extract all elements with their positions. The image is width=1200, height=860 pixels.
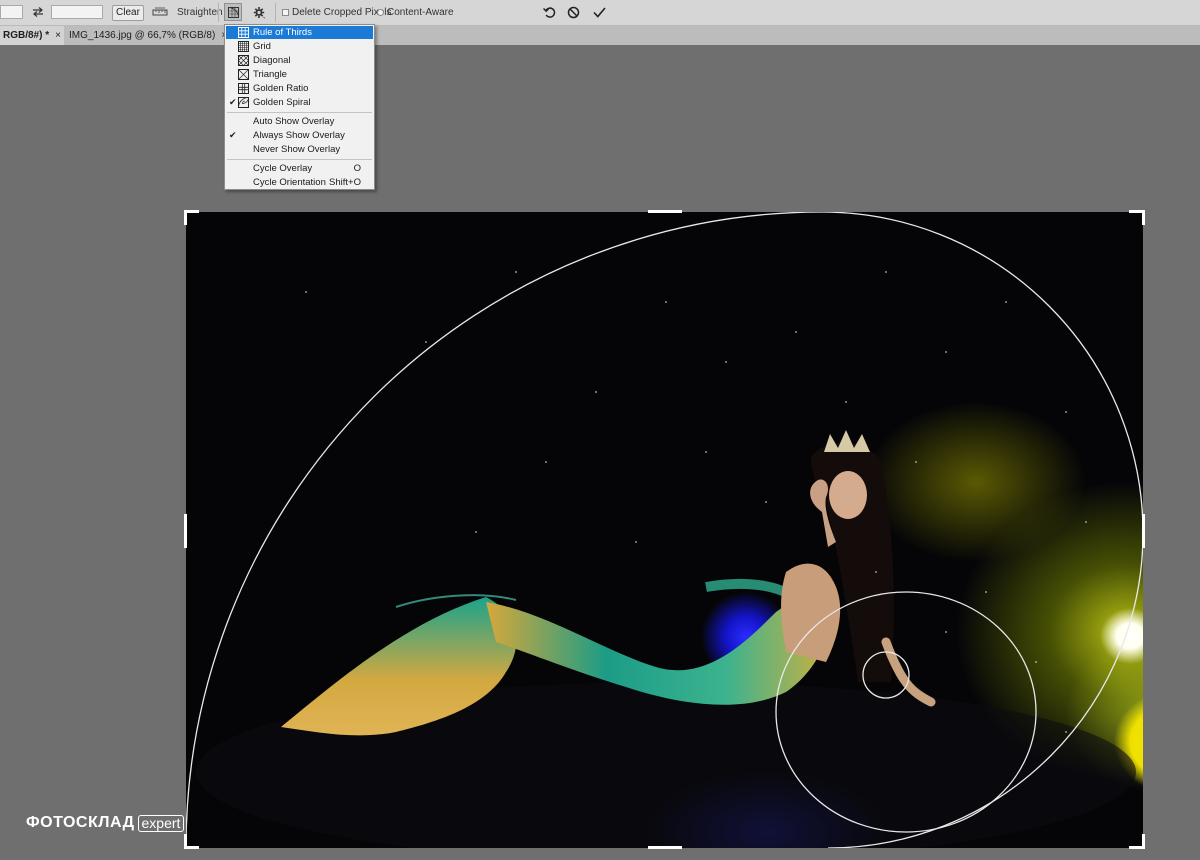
- swap-icon[interactable]: [29, 3, 47, 21]
- menu-item-label: Cycle Orientation: [253, 177, 326, 188]
- straighten-icon[interactable]: [151, 3, 169, 21]
- checkmark-icon[interactable]: [590, 3, 608, 21]
- menu-item-label: Never Show Overlay: [253, 144, 341, 155]
- menu-item-label: Rule of Thirds: [253, 27, 312, 38]
- menu-item-rule-of-thirds[interactable]: Rule of Thirds: [226, 26, 373, 39]
- menu-item-grid[interactable]: Grid: [226, 40, 373, 53]
- menu-item-never-show-overlay[interactable]: Never Show Overlay: [226, 143, 373, 156]
- tab-label: RGB/8#) *: [3, 30, 50, 41]
- tab-label: IMG_1436.jpg @ 66,7% (RGB/8): [69, 30, 216, 41]
- menu-item-label: Triangle: [253, 69, 287, 80]
- mermaid-photo: [186, 212, 1143, 848]
- check-icon: ✔: [229, 97, 237, 107]
- crop-handle-top[interactable]: [648, 210, 682, 213]
- crop-handle-top-left[interactable]: [184, 210, 187, 225]
- menu-item-label: Golden Spiral: [253, 97, 311, 108]
- crop-handle-right[interactable]: [1142, 514, 1145, 548]
- crop-handle-bottom[interactable]: [648, 846, 682, 849]
- grid-icon: [238, 41, 249, 52]
- menu-item-auto-show-overlay[interactable]: Auto Show Overlay: [226, 115, 373, 128]
- tab-document-1[interactable]: RGB/8#) * ×: [0, 26, 64, 45]
- clear-button[interactable]: Clear: [112, 5, 144, 21]
- menu-item-diagonal[interactable]: Diagonal: [226, 54, 373, 67]
- menu-divider: [227, 112, 372, 113]
- menu-item-label: Always Show Overlay: [253, 130, 345, 141]
- menu-item-label: Grid: [253, 41, 271, 52]
- gear-icon[interactable]: [250, 3, 268, 21]
- crop-overlay-icon[interactable]: [224, 3, 242, 21]
- toolbar-divider: [218, 3, 219, 22]
- triangle-icon: [238, 69, 249, 80]
- crop-handle-bottom-left[interactable]: [184, 846, 199, 849]
- menu-item-label: Diagonal: [253, 55, 291, 66]
- photo-canvas[interactable]: [186, 212, 1143, 848]
- watermark-logo: ФОТОСКЛАД expert: [26, 814, 185, 832]
- overlay-options-menu: Rule of Thirds Grid Diagonal Triangle Go…: [224, 24, 375, 190]
- check-icon: ✔: [229, 130, 237, 140]
- menu-item-always-show-overlay[interactable]: ✔ Always Show Overlay: [226, 129, 373, 142]
- menu-item-cycle-orientation[interactable]: Cycle Orientation Shift+O: [226, 176, 373, 189]
- menu-divider: [227, 159, 372, 160]
- ratio-height-field[interactable]: [51, 5, 103, 19]
- rule-of-thirds-icon: [238, 27, 249, 38]
- delete-cropped-checkbox[interactable]: [282, 9, 289, 16]
- tab-document-2[interactable]: IMG_1436.jpg @ 66,7% (RGB/8)×: [66, 26, 230, 45]
- content-aware-checkbox[interactable]: [377, 9, 384, 16]
- crop-handle-left[interactable]: [184, 514, 187, 548]
- watermark-brand: ФОТОСКЛАД: [26, 814, 135, 831]
- menu-item-shortcut: O: [353, 163, 361, 174]
- close-icon[interactable]: ×: [55, 30, 61, 41]
- watermark-suffix: expert: [137, 814, 185, 832]
- golden-spiral-icon: [238, 97, 249, 108]
- straighten-label[interactable]: Straighten: [177, 7, 223, 18]
- options-bar: Clear Straighten Delete Cropped Pixels C…: [0, 0, 1200, 26]
- crop-handle-top-right[interactable]: [1142, 210, 1145, 225]
- menu-item-golden-ratio[interactable]: Golden Ratio: [226, 82, 373, 95]
- menu-item-golden-spiral[interactable]: ✔ Golden Spiral: [226, 96, 373, 109]
- cancel-icon[interactable]: [564, 3, 582, 21]
- menu-item-label: Cycle Overlay: [253, 163, 313, 174]
- crop-handle-bottom-right[interactable]: [1129, 846, 1145, 849]
- diagonal-icon: [238, 55, 249, 66]
- menu-item-shortcut: Shift+O: [329, 177, 361, 188]
- ratio-width-field[interactable]: [0, 5, 23, 19]
- menu-item-label: Auto Show Overlay: [253, 116, 335, 127]
- content-aware-label: Content-Aware: [387, 7, 454, 18]
- golden-ratio-icon: [238, 83, 249, 94]
- toolbar-divider: [275, 3, 276, 22]
- menu-item-label: Golden Ratio: [253, 83, 309, 94]
- document-tab-bar: RGB/8#) * × IMG_1436.jpg @ 66,7% (RGB/8)×: [0, 26, 1200, 45]
- menu-item-cycle-overlay[interactable]: Cycle Overlay O: [226, 162, 373, 175]
- undo-icon[interactable]: [540, 3, 558, 21]
- menu-item-triangle[interactable]: Triangle: [226, 68, 373, 81]
